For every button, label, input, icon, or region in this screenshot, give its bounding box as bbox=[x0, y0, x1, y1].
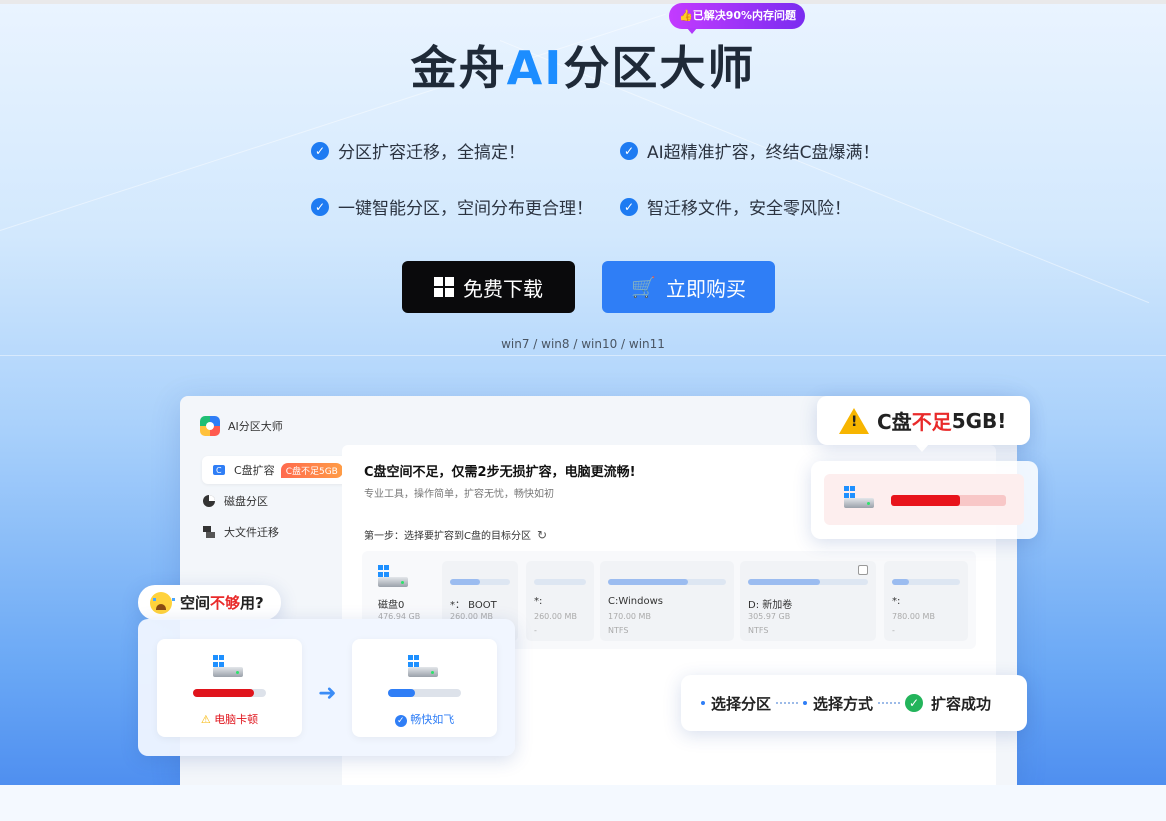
steps-callout: 选择分区 选择方式 ✓ 扩容成功 bbox=[681, 675, 1027, 731]
check-icon: ✓ bbox=[311, 197, 329, 216]
sidebar-item-file-migrate[interactable]: 大文件迁移 bbox=[202, 524, 279, 540]
drive-icon bbox=[376, 565, 410, 591]
partition-card[interactable]: C:Windows 170.00 MB NTFS bbox=[600, 561, 734, 641]
before-card: ⚠ 电脑卡顿 bbox=[157, 639, 302, 737]
feature-item: ✓ 一键智能分区，空间分布更合理！ bbox=[311, 194, 593, 219]
partition-card[interactable]: D: 新加卷 305.97 GB NTFS bbox=[740, 561, 876, 641]
partition-checkbox[interactable] bbox=[858, 565, 868, 575]
free-download-button[interactable]: 免费下载 bbox=[402, 261, 575, 313]
feature-item: ✓ AI超精准扩容，终结C盘爆满！ bbox=[620, 138, 880, 163]
refresh-icon[interactable]: ↻ bbox=[537, 528, 547, 542]
warning-icon: ! bbox=[839, 407, 869, 434]
feature-item: ✓ 智迁移文件，安全零风险！ bbox=[620, 194, 851, 219]
svg-text:C: C bbox=[216, 466, 222, 475]
check-icon: ✓ bbox=[394, 715, 407, 727]
before-usage-bar bbox=[193, 689, 266, 697]
sidebar-item-c-expand[interactable]: C C盘扩容 C盘不足5GB bbox=[202, 456, 351, 484]
c-drive-usage-bar bbox=[891, 495, 1006, 506]
content-subtitle: 专业工具，操作简单，扩容无忧，畅快如初 bbox=[364, 489, 554, 500]
warning-icon: ⚠ bbox=[200, 713, 211, 726]
after-usage-bar bbox=[388, 689, 461, 697]
partition-card[interactable]: *: 260.00 MB - bbox=[526, 561, 594, 641]
partition-card[interactable]: *: 780.00 MB - bbox=[884, 561, 968, 641]
success-check-icon: ✓ bbox=[905, 694, 924, 712]
bullet-icon bbox=[803, 701, 808, 705]
low-space-badge: C盘不足5GB bbox=[280, 462, 343, 478]
content-title: C盘空间不足，仅需2步无损扩容，电脑更流畅! bbox=[364, 465, 636, 480]
app-logo-icon bbox=[200, 416, 220, 436]
solved-badge: 👍已解决90%内存问题 bbox=[669, 3, 806, 34]
bullet-icon bbox=[701, 701, 705, 705]
drive-icon bbox=[842, 486, 876, 512]
pie-chart-icon bbox=[203, 495, 215, 507]
feature-item: ✓ 分区扩容迁移，全搞定！ bbox=[311, 138, 525, 163]
space-insufficient-callout: 空间 不够 用? bbox=[138, 585, 281, 620]
before-after-panel: ⚠ 电脑卡顿 ➜ ✓ 畅快如飞 bbox=[138, 619, 515, 756]
check-icon: ✓ bbox=[620, 197, 638, 216]
sidebar-item-partition[interactable]: 磁盘分区 bbox=[202, 493, 268, 509]
c-drive-usage-panel bbox=[811, 461, 1038, 539]
os-support-note: win7 / win8 / win10 / win11 bbox=[501, 337, 665, 351]
buy-now-button[interactable]: 🛒 立即购买 bbox=[602, 261, 775, 313]
bg-line bbox=[0, 355, 1166, 356]
drive-icon bbox=[211, 655, 245, 681]
crying-face-icon bbox=[150, 591, 175, 614]
drive-icon bbox=[406, 655, 440, 681]
arrow-right-icon: ➜ bbox=[318, 681, 337, 706]
step-label: 第一步：选择要扩容到C盘的目标分区 ↻ bbox=[364, 527, 548, 543]
check-icon: ✓ bbox=[620, 141, 638, 160]
app-header: AI分区大师 bbox=[200, 416, 283, 436]
check-icon: ✓ bbox=[311, 141, 329, 160]
file-migrate-icon bbox=[203, 526, 215, 538]
low-space-callout: ! C盘 不足 5GB! bbox=[817, 396, 1030, 452]
cart-icon: 🛒 bbox=[631, 275, 656, 299]
windows-icon bbox=[434, 277, 454, 297]
page-title: 金舟AI分区大师 bbox=[410, 41, 756, 95]
after-card: ✓ 畅快如飞 bbox=[352, 639, 497, 737]
disk-c-icon: C bbox=[213, 465, 225, 475]
